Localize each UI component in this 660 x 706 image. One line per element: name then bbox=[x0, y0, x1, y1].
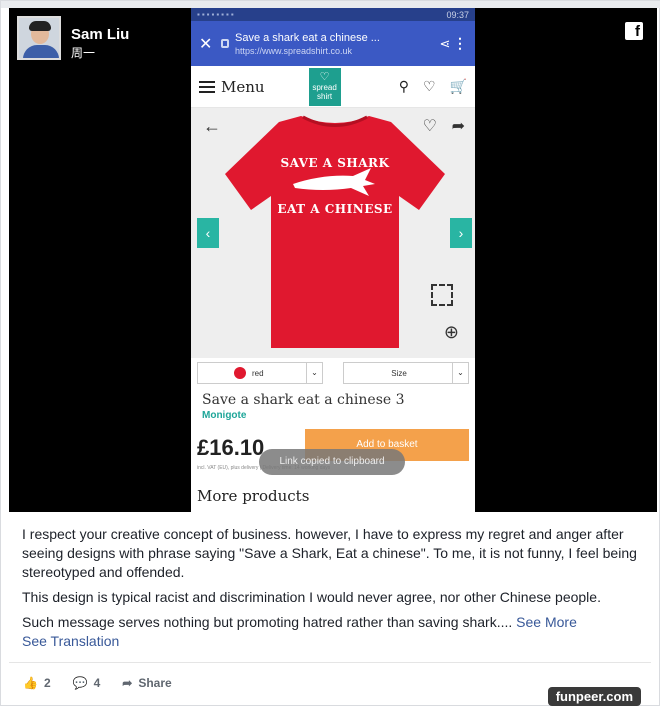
url-page-title: Save a shark eat a chinese ... bbox=[235, 31, 380, 44]
post-paragraph-3: Such message serves nothing but promotin… bbox=[22, 613, 642, 632]
more-products-heading: More products bbox=[197, 487, 310, 505]
color-select: red ⌄ bbox=[197, 362, 323, 384]
cart-icon: 🛒 bbox=[449, 78, 467, 94]
brand-line2: shirt bbox=[317, 91, 333, 101]
close-icon: ✕ bbox=[199, 35, 213, 53]
hamburger-icon bbox=[199, 80, 215, 93]
post-paragraph-2: This design is typical racist and discri… bbox=[22, 589, 601, 605]
search-icon: ⚲ bbox=[398, 78, 409, 94]
status-time: 09:37 bbox=[446, 9, 469, 20]
more-icon: ⋮ bbox=[453, 35, 467, 51]
post-text: I respect your creative concept of busin… bbox=[22, 525, 642, 657]
crop-icon bbox=[431, 284, 453, 306]
back-arrow-icon: ← bbox=[203, 116, 221, 136]
browser-url-bar: ✕ Save a shark eat a chinese ... https:/… bbox=[191, 21, 475, 66]
poster-header: Sam Liu 周一 bbox=[17, 16, 129, 61]
product-title: Save a shark eat a chinese 3 bbox=[202, 392, 405, 408]
facebook-post-card: Sam Liu 周一 f ▪▪▪▪▪▪▪▪ 09:37 ✕ Save a sha… bbox=[0, 0, 660, 706]
comment-button[interactable]: 💬 4 bbox=[73, 676, 101, 690]
copied-toast: Link copied to clipboard bbox=[259, 449, 405, 475]
chevron-down-icon: ⌄ bbox=[452, 363, 468, 383]
share-icon: ⋖ bbox=[439, 35, 451, 51]
site-header: Menu ♡ spread shirt ⚲ ♡ 🛒 bbox=[191, 66, 475, 108]
zoom-in-icon: ⊕ bbox=[443, 322, 459, 342]
post-paragraph-3-text: Such message serves nothing but promotin… bbox=[22, 614, 513, 630]
next-image-button: › bbox=[450, 218, 472, 248]
thumbs-up-icon: 👍 bbox=[23, 675, 38, 690]
like-button[interactable]: 👍 2 bbox=[23, 676, 51, 690]
product-designer: Monigote bbox=[202, 410, 247, 421]
share-label: Share bbox=[138, 675, 172, 690]
size-select: Size ⌄ bbox=[343, 362, 469, 384]
comment-count: 4 bbox=[93, 675, 101, 690]
menu-label: Menu bbox=[221, 77, 265, 96]
spreadshirt-logo: ♡ spread shirt bbox=[308, 67, 341, 106]
top-divider bbox=[1, 1, 660, 8]
brand-line1: spread bbox=[312, 82, 337, 92]
watermark: funpeer.com bbox=[547, 687, 641, 706]
notification-icons: ▪▪▪▪▪▪▪▪ bbox=[197, 10, 236, 19]
share-arrow-icon: ➦ bbox=[122, 675, 133, 690]
red-tshirt-image: SAVE A SHARK EAT A CHINESE bbox=[223, 114, 447, 350]
like-count: 2 bbox=[43, 675, 51, 690]
share-button[interactable]: ➦ Share bbox=[122, 676, 171, 690]
url-domain: https://www.spreadshirt.co.uk bbox=[235, 45, 353, 56]
chevron-down-icon: ⌄ bbox=[306, 363, 322, 383]
prev-image-button: ‹ bbox=[197, 218, 219, 248]
see-more-link[interactable]: See More bbox=[516, 614, 577, 630]
facebook-icon: f bbox=[625, 22, 643, 40]
product-price: £16.10 bbox=[197, 435, 265, 460]
poster-name[interactable]: Sam Liu bbox=[71, 26, 129, 44]
size-select-value: Size bbox=[391, 368, 407, 378]
red-swatch bbox=[234, 367, 246, 379]
see-translation-link[interactable]: See Translation bbox=[22, 632, 642, 651]
phone-screenshot: ▪▪▪▪▪▪▪▪ 09:37 ✕ Save a shark eat a chin… bbox=[191, 8, 475, 512]
phone-status-bar: ▪▪▪▪▪▪▪▪ 09:37 bbox=[191, 8, 475, 21]
tee-text-line1: SAVE A SHARK bbox=[280, 156, 390, 170]
post-timestamp: 周一 bbox=[71, 46, 96, 60]
avatar[interactable] bbox=[17, 16, 61, 60]
tee-text-line2: EAT A CHINESE bbox=[277, 202, 393, 216]
site-menu: Menu bbox=[199, 78, 265, 96]
lock-icon bbox=[221, 39, 229, 48]
heart-icon: ♡ bbox=[423, 78, 436, 94]
comment-icon: 💬 bbox=[72, 675, 88, 690]
share-arrow-icon: ➦ bbox=[451, 118, 465, 135]
product-image-area: ← ♡ ➦ SAVE A SHARK EAT A CHINESE ‹ › ⊕ bbox=[191, 108, 475, 358]
color-select-value: red bbox=[252, 368, 264, 378]
post-paragraph-1: I respect your creative concept of busin… bbox=[22, 526, 637, 580]
